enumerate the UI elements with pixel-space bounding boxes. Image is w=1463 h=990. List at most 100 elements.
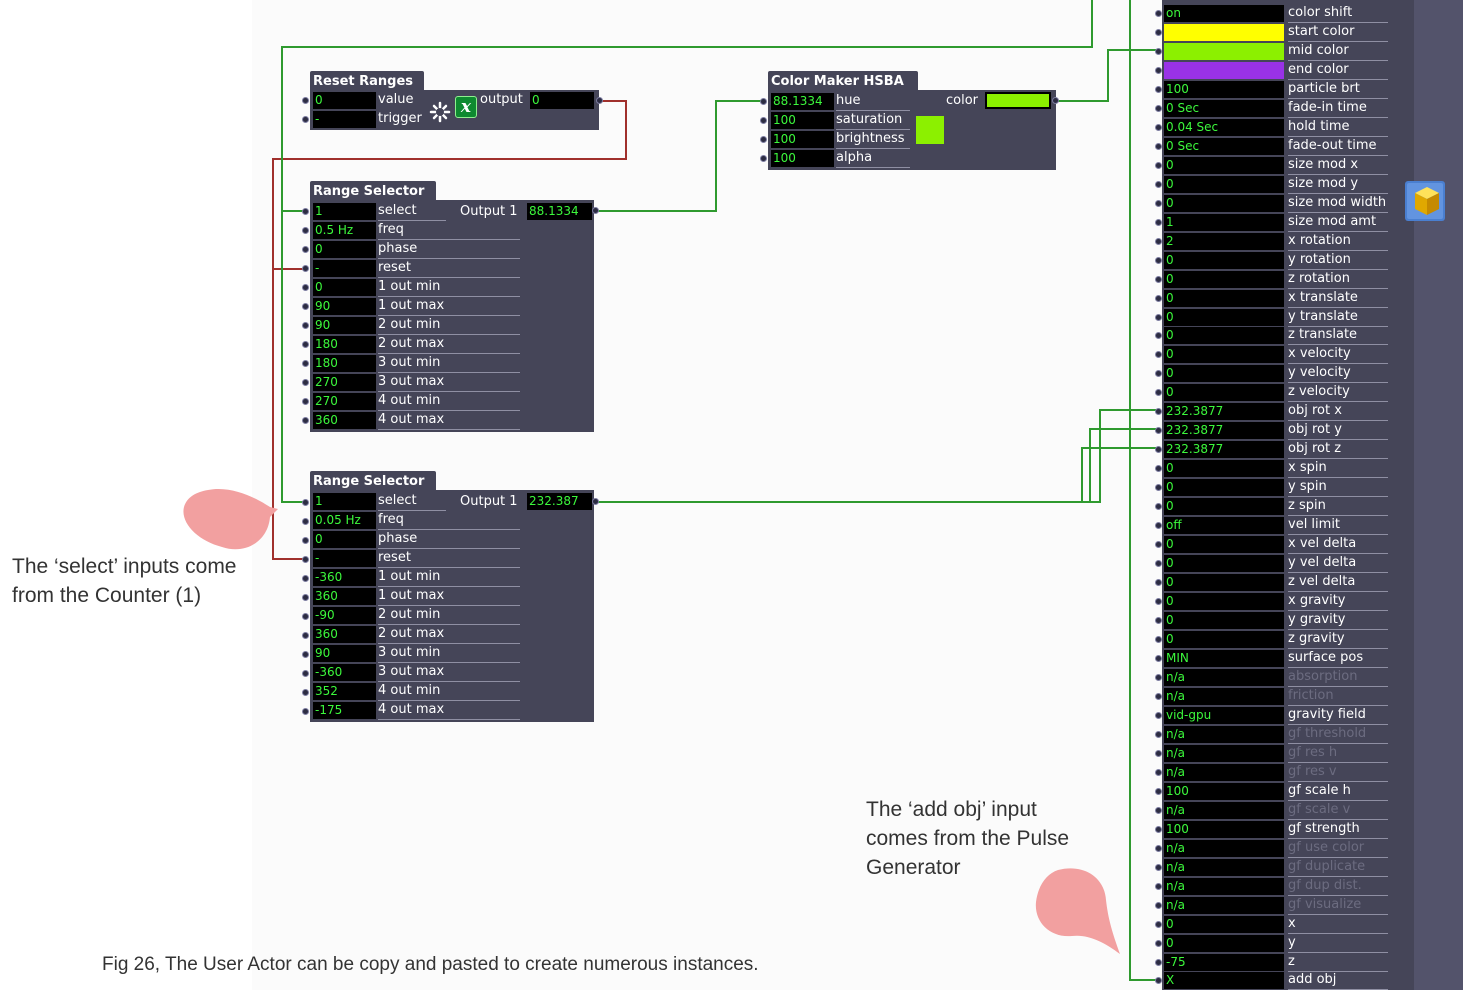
input-port[interactable] xyxy=(1155,86,1162,93)
input-field[interactable]: 1 xyxy=(313,493,376,510)
input-port[interactable] xyxy=(1155,332,1162,339)
input-field[interactable]: 0 xyxy=(1164,612,1284,629)
input-field[interactable]: 0.04 Sec xyxy=(1164,119,1284,136)
input-field[interactable]: 0 xyxy=(1164,593,1284,610)
value-field[interactable]: 0 xyxy=(313,92,376,109)
input-port[interactable] xyxy=(302,341,309,348)
input-field[interactable]: 352 xyxy=(313,683,376,700)
input-field[interactable]: 0 xyxy=(1164,935,1284,952)
input-port[interactable] xyxy=(1155,579,1162,586)
input-field[interactable]: n/a xyxy=(1164,897,1284,914)
particle-generator-actor[interactable]: on color shift start color mid color end col… xyxy=(1162,0,1463,990)
input-field[interactable]: 1 xyxy=(1164,214,1284,231)
input-port[interactable] xyxy=(1155,674,1162,681)
range-selector-actor-2[interactable]: Range Selector Output 1 232.387 1 select 0… xyxy=(310,471,596,723)
input-port[interactable] xyxy=(1155,370,1162,377)
input-port[interactable] xyxy=(302,575,309,582)
input-port[interactable] xyxy=(1155,522,1162,529)
input-port[interactable] xyxy=(1155,276,1162,283)
input-port[interactable] xyxy=(1155,29,1162,36)
trigger-field[interactable]: - xyxy=(313,111,376,128)
input-port[interactable] xyxy=(302,284,309,291)
input-port[interactable] xyxy=(1155,181,1162,188)
input-field[interactable]: 360 xyxy=(313,588,376,605)
input-port[interactable] xyxy=(1155,845,1162,852)
input-field[interactable]: 88.1334 xyxy=(771,93,834,110)
input-field[interactable]: 360 xyxy=(313,626,376,643)
input-port[interactable] xyxy=(1155,162,1162,169)
input-port[interactable] xyxy=(302,379,309,386)
input-port[interactable] xyxy=(302,499,309,506)
input-port[interactable] xyxy=(1155,295,1162,302)
input-field[interactable]: - xyxy=(313,550,376,567)
input-field[interactable]: 0.05 Hz xyxy=(313,512,376,529)
input-port[interactable] xyxy=(760,117,767,124)
input-field[interactable]: n/a xyxy=(1164,840,1284,857)
input-port[interactable] xyxy=(302,97,309,104)
input-field[interactable]: 0 xyxy=(1164,536,1284,553)
input-field[interactable]: MIN xyxy=(1164,650,1284,667)
input-port[interactable] xyxy=(1155,788,1162,795)
input-field[interactable]: 0 Sec xyxy=(1164,138,1284,155)
input-port[interactable] xyxy=(760,136,767,143)
input-field[interactable]: 0 xyxy=(1164,574,1284,591)
input-port[interactable] xyxy=(1155,200,1162,207)
input-port[interactable] xyxy=(1155,67,1162,74)
output-field[interactable]: 88.1334 xyxy=(527,203,592,220)
input-port[interactable] xyxy=(1155,503,1162,510)
input-port[interactable] xyxy=(1155,560,1162,567)
input-field[interactable]: 0 xyxy=(1164,309,1284,326)
input-field[interactable]: n/a xyxy=(1164,745,1284,762)
input-port[interactable] xyxy=(302,651,309,658)
wire-green-color[interactable] xyxy=(1054,49,1160,102)
input-field[interactable]: 0 xyxy=(1164,555,1284,572)
color-swatch-field[interactable] xyxy=(1164,43,1284,60)
input-port[interactable] xyxy=(1155,465,1162,472)
actor-title[interactable]: Color Maker HSBA xyxy=(768,71,918,92)
input-field[interactable]: 0 xyxy=(1164,290,1284,307)
input-field[interactable]: -360 xyxy=(313,569,376,586)
color-swatch-field[interactable] xyxy=(1164,62,1284,79)
input-field[interactable]: 360 xyxy=(313,412,376,429)
input-port[interactable] xyxy=(1155,408,1162,415)
input-field[interactable]: 100 xyxy=(771,112,834,129)
input-field[interactable]: -75 xyxy=(1164,954,1284,971)
input-field[interactable]: 100 xyxy=(1164,81,1284,98)
color-swatch-field[interactable] xyxy=(1164,24,1284,41)
input-port[interactable] xyxy=(1155,940,1162,947)
input-port[interactable] xyxy=(1155,484,1162,491)
input-field[interactable]: 232.3877 xyxy=(1164,441,1284,458)
input-field[interactable]: vid-gpu xyxy=(1164,707,1284,724)
input-port[interactable] xyxy=(302,537,309,544)
input-field[interactable]: 0 xyxy=(1164,176,1284,193)
input-port[interactable] xyxy=(1155,921,1162,928)
output-field[interactable]: 232.387 xyxy=(527,493,592,510)
input-port[interactable] xyxy=(1155,389,1162,396)
input-port[interactable] xyxy=(302,613,309,620)
input-field[interactable]: off xyxy=(1164,517,1284,534)
input-port[interactable] xyxy=(302,594,309,601)
input-field[interactable]: 180 xyxy=(313,355,376,372)
input-field[interactable]: 0 xyxy=(1164,327,1284,344)
input-port[interactable] xyxy=(1155,617,1162,624)
input-field[interactable]: 90 xyxy=(313,645,376,662)
input-port[interactable] xyxy=(302,227,309,234)
input-field[interactable]: 0 xyxy=(1164,346,1284,363)
input-port[interactable] xyxy=(1155,731,1162,738)
input-field[interactable]: 0 xyxy=(1164,460,1284,477)
input-port[interactable] xyxy=(1155,105,1162,112)
input-port[interactable] xyxy=(1155,826,1162,833)
input-port[interactable] xyxy=(302,518,309,525)
input-port[interactable] xyxy=(1155,143,1162,150)
actor-title[interactable]: Reset Ranges xyxy=(310,71,424,92)
input-port[interactable] xyxy=(1155,655,1162,662)
input-port[interactable] xyxy=(760,155,767,162)
input-field[interactable]: n/a xyxy=(1164,878,1284,895)
output-port[interactable] xyxy=(1052,97,1059,104)
input-field[interactable]: n/a xyxy=(1164,688,1284,705)
input-field[interactable]: 0 xyxy=(1164,271,1284,288)
input-field[interactable]: - xyxy=(313,260,376,277)
input-field[interactable]: n/a xyxy=(1164,726,1284,743)
input-port[interactable] xyxy=(1155,219,1162,226)
patch-editor-canvas[interactable]: Reset Ranges 0 value - trigger x output … xyxy=(0,0,1463,990)
